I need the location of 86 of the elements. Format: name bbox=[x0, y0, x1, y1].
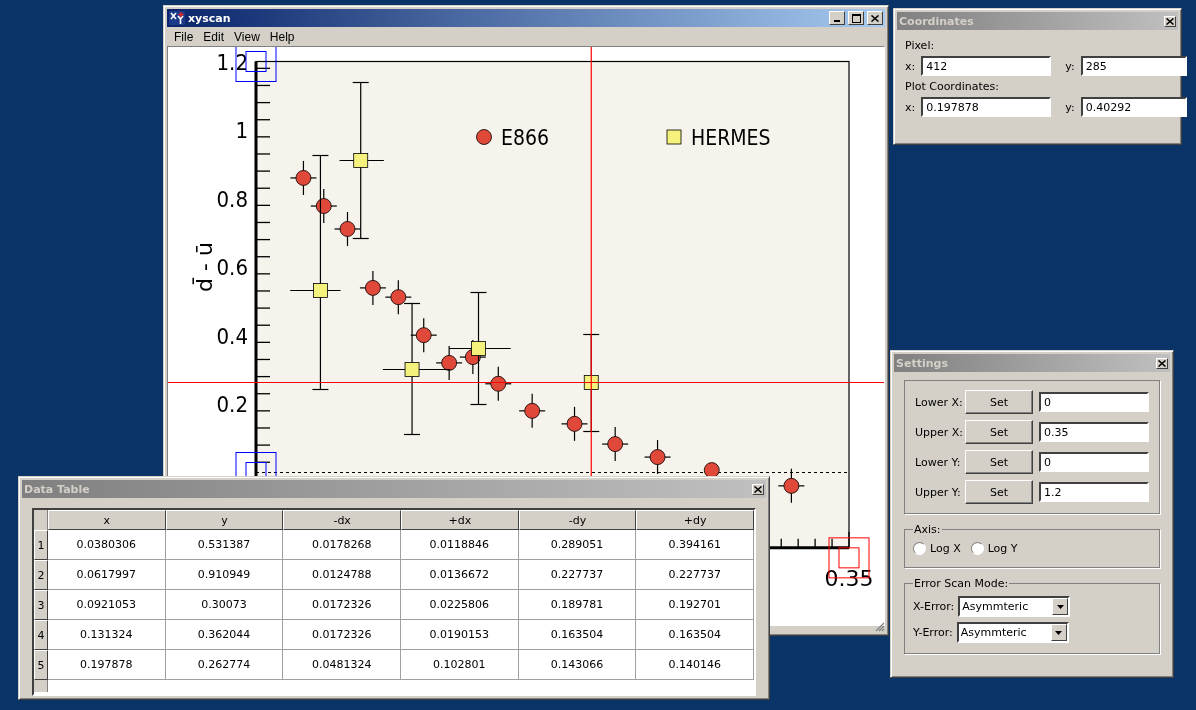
menu-item[interactable]: Help bbox=[264, 29, 300, 44]
y-tick-label: 1 bbox=[235, 118, 248, 143]
row-header[interactable]: 1 bbox=[34, 530, 48, 560]
table-cell: 0.0118846 bbox=[401, 530, 519, 560]
column-header[interactable]: +dx bbox=[401, 510, 519, 530]
limit-field[interactable]: 0.35 bbox=[1039, 422, 1149, 442]
y-tick-label: 0.6 bbox=[216, 255, 248, 280]
row-header[interactable]: 2 bbox=[34, 560, 48, 590]
column-header[interactable]: +dy bbox=[636, 510, 754, 530]
table-cell: 0.0921053 bbox=[48, 590, 166, 620]
table-cell: 0.227737 bbox=[636, 560, 754, 590]
radio-option[interactable]: Log X bbox=[913, 542, 961, 555]
table-cell: 0.0136672 bbox=[401, 560, 519, 590]
table-cell: 0.189781 bbox=[518, 590, 637, 620]
row-header[interactable]: 3 bbox=[34, 590, 48, 620]
table-cell: 0.0617997 bbox=[48, 560, 166, 590]
table-cell: 0.143066 bbox=[518, 650, 637, 680]
table-cell: 0.0481324 bbox=[283, 650, 401, 680]
table-cell: 0.163504 bbox=[636, 620, 754, 650]
table-cell: 0.192701 bbox=[636, 590, 754, 620]
value-field[interactable]: 285 bbox=[1080, 56, 1187, 76]
group-title: Axis: bbox=[913, 523, 942, 536]
menu-item[interactable]: Edit bbox=[198, 29, 230, 44]
field-label: X-Error: bbox=[913, 600, 955, 613]
table-cell: 0.362044 bbox=[165, 620, 284, 650]
table-cell: 0.140146 bbox=[636, 650, 754, 680]
y-axis-label: d̄ - ū bbox=[192, 242, 217, 292]
set-button[interactable]: Set bbox=[965, 450, 1033, 474]
value-field[interactable]: 412 bbox=[921, 56, 1052, 76]
table-cell: 0.102801 bbox=[401, 650, 519, 680]
y-tick-label: 1.2 bbox=[216, 49, 248, 75]
table-cell: 0.0190153 bbox=[401, 620, 519, 650]
window-title: Coordinates bbox=[899, 14, 975, 28]
mode-dropdown[interactable]: Asymmteric bbox=[958, 596, 1071, 617]
legend-label: HERMES bbox=[691, 126, 771, 150]
window-title: Data Table bbox=[24, 482, 91, 496]
table-cell: 0.910949 bbox=[165, 560, 284, 590]
table-cell: 0.394161 bbox=[636, 530, 754, 560]
table-cell: 0.227737 bbox=[518, 560, 637, 590]
column-header[interactable]: y bbox=[165, 510, 284, 530]
value-field[interactable]: 0.40292 bbox=[1080, 97, 1187, 117]
window-title: xyscan bbox=[188, 11, 232, 25]
field-label: x: bbox=[905, 100, 916, 114]
table-cell: 0.131324 bbox=[48, 620, 166, 650]
column-header[interactable]: -dy bbox=[518, 510, 637, 530]
limit-field[interactable]: 0 bbox=[1039, 452, 1149, 472]
table-cell: 0.531387 bbox=[165, 530, 284, 560]
menu-item[interactable]: View bbox=[229, 29, 265, 44]
y-tick-label: 0.2 bbox=[216, 392, 248, 417]
column-header[interactable]: x bbox=[48, 510, 166, 530]
field-label: Lower Y: bbox=[915, 455, 959, 469]
value-field[interactable]: 0.197878 bbox=[921, 97, 1052, 117]
table-cell: 0.0172326 bbox=[283, 590, 401, 620]
y-tick-label: 0.4 bbox=[216, 323, 248, 349]
table-cell: 0.163504 bbox=[518, 620, 637, 650]
radio-option[interactable]: Log Y bbox=[970, 542, 1018, 555]
field-label: y: bbox=[1065, 100, 1075, 114]
table-cell: 0.0380306 bbox=[48, 530, 166, 560]
table-cell: 0.30073 bbox=[165, 590, 284, 620]
y-tick-label: 0.8 bbox=[216, 186, 248, 212]
section-label: Pixel: bbox=[905, 39, 936, 52]
table-cell: 0.197878 bbox=[48, 650, 166, 680]
field-label: Upper Y: bbox=[915, 485, 959, 499]
field-label: x: bbox=[905, 59, 916, 73]
mode-dropdown[interactable]: Asymmteric bbox=[956, 622, 1069, 643]
field-label: Y-Error: bbox=[913, 626, 953, 639]
limit-field[interactable]: 0 bbox=[1039, 392, 1149, 412]
limit-field[interactable]: 1.2 bbox=[1039, 482, 1149, 502]
table-cell: 0.0172326 bbox=[283, 620, 401, 650]
set-button[interactable]: Set bbox=[965, 420, 1033, 444]
table-cell: 0.0225806 bbox=[401, 590, 519, 620]
field-label: y: bbox=[1065, 59, 1075, 73]
row-header[interactable]: 4 bbox=[34, 620, 48, 650]
menu-item[interactable]: File bbox=[169, 29, 199, 44]
window-title: Settings bbox=[896, 356, 949, 370]
row-header[interactable]: 5 bbox=[34, 650, 48, 680]
set-button[interactable]: Set bbox=[965, 390, 1033, 414]
table-cell: 0.262774 bbox=[165, 650, 284, 680]
group-title: Error Scan Mode: bbox=[913, 577, 1010, 590]
table-cell: 0.0124788 bbox=[283, 560, 401, 590]
table-cell: 0.289051 bbox=[518, 530, 637, 560]
legend-label: E866 bbox=[501, 126, 549, 150]
section-label: Plot Coordinates: bbox=[905, 80, 1000, 93]
column-header[interactable]: -dx bbox=[283, 510, 401, 530]
set-button[interactable]: Set bbox=[965, 480, 1033, 504]
table-cell: 0.0178268 bbox=[283, 530, 401, 560]
